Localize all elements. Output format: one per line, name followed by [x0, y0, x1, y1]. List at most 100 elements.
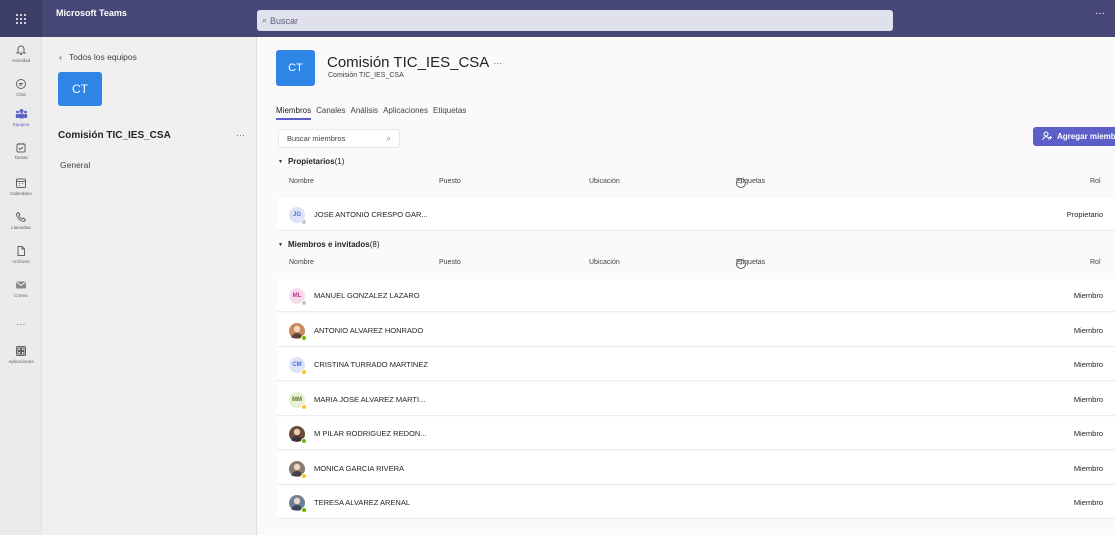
member-name[interactable]: MANUEL GONZALEZ LAZARO: [314, 291, 420, 300]
rail-item-teams[interactable]: Equipos: [0, 107, 42, 127]
team-title-more-icon[interactable]: ···: [493, 58, 502, 68]
table-row[interactable]: ANTONIO ALVAREZ HONRADO Miembro: [277, 313, 1115, 347]
members-section-header[interactable]: ▼ Miembros e invitados(8): [278, 240, 380, 249]
chevron-left-icon: ‹: [59, 52, 62, 62]
search-icon: ⌕: [385, 133, 391, 143]
rail-item-tasks[interactable]: Tareas: [0, 140, 42, 160]
avatar-photo: [289, 495, 307, 513]
avatar: ML: [289, 288, 307, 306]
rail-label: Chat: [16, 92, 26, 97]
member-name[interactable]: ANTONIO ALVAREZ HONRADO: [314, 326, 423, 335]
table-row[interactable]: JG JOSE ANTONIO CRESPO GAR... Propietario: [277, 198, 1115, 231]
avatar-photo: [289, 460, 307, 479]
rail-label: Equipos: [12, 122, 30, 127]
presence-status-icon: [301, 219, 307, 225]
app-rail: Actividad Chat Equipos Tareas Calendario…: [0, 37, 42, 535]
presence-status-icon: [301, 472, 307, 479]
page-title: Comisión TIC_IES_CSA ···: [327, 54, 502, 71]
owners-title: Propietarios: [287, 157, 335, 166]
presence-status-icon: [301, 403, 307, 410]
presence-status-icon: [301, 507, 307, 513]
file-icon: [14, 244, 28, 258]
member-role[interactable]: Miembro: [1074, 498, 1103, 507]
tasks-icon: [14, 140, 28, 154]
presence-status-icon: [301, 369, 307, 375]
add-member-button[interactable]: Agregar miembro: [1033, 127, 1115, 146]
owners-count: (1): [334, 157, 345, 166]
presence-status-icon: [301, 334, 307, 341]
tab-apps[interactable]: Aplicaciones: [383, 106, 428, 120]
rail-item-calendar[interactable]: Calendario: [0, 176, 42, 196]
tab-members[interactable]: Miembros: [276, 106, 312, 120]
avatar: CM: [289, 357, 307, 375]
calendar-icon: [14, 176, 28, 190]
rail-item-more[interactable]: ···: [0, 317, 42, 331]
add-person-icon: [1042, 131, 1053, 143]
back-to-all-teams-link[interactable]: ‹ Todos los equipos: [59, 52, 137, 62]
tab-analytics[interactable]: Análisis: [350, 106, 378, 120]
member-role[interactable]: Miembro: [1074, 395, 1103, 404]
member-name[interactable]: CRISTINA TURRADO MARTINEZ: [314, 360, 428, 369]
member-role[interactable]: Miembro: [1074, 429, 1103, 438]
rail-item-files[interactable]: Archivos: [0, 244, 42, 264]
mail-icon: [14, 278, 28, 292]
team-avatar-header: CT: [276, 50, 315, 86]
team-tabs: Miembros Canales Análisis Aplicaciones E…: [276, 106, 466, 120]
team-title-text: Comisión TIC_IES_CSA: [327, 54, 490, 71]
team-avatar: CT: [58, 72, 102, 106]
member-name[interactable]: TERESA ALVAREZ ARENAL: [314, 498, 410, 507]
info-icon[interactable]: i: [736, 259, 746, 269]
rail-item-chat[interactable]: Chat: [0, 77, 42, 97]
rail-item-apps[interactable]: Aplicaciones: [0, 344, 42, 364]
member-role[interactable]: Miembro: [1074, 360, 1103, 369]
col-rol[interactable]: Rol: [1090, 259, 1101, 266]
col-name[interactable]: Nombre: [289, 259, 314, 266]
member-name[interactable]: JOSE ANTONIO CRESPO GAR...: [314, 210, 428, 219]
col-ubicacion[interactable]: Ubicación: [589, 178, 620, 185]
member-name[interactable]: MARIA JOSE ALVAREZ MARTI...: [314, 395, 425, 404]
phone-icon: [14, 210, 28, 224]
members-column-headers: Nombre Puesto Ubicación Etiquetas i Rol: [258, 259, 1115, 273]
more-options-icon[interactable]: ···: [1095, 0, 1105, 27]
owners-section-header[interactable]: ▼ Propietarios(1): [278, 157, 344, 166]
global-search-input[interactable]: ⌕ Buscar: [257, 10, 893, 31]
main-content: CT Comisión TIC_IES_CSA ··· Comisión TIC…: [258, 37, 1115, 535]
table-row[interactable]: MM MARIA JOSE ALVAREZ MARTI... Miembro: [277, 382, 1115, 416]
back-link-label: Todos los equipos: [68, 52, 137, 62]
member-search-input[interactable]: Buscar miembros ⌕: [278, 129, 400, 148]
bell-icon: [14, 43, 28, 57]
channel-general[interactable]: General: [60, 160, 90, 170]
chevron-down-icon: ▼: [278, 241, 283, 248]
search-placeholder: Buscar: [270, 15, 299, 26]
member-name[interactable]: MONICA GARCIA RIVERA: [314, 464, 404, 473]
member-role[interactable]: Propietario: [1067, 210, 1103, 219]
rail-label: Llamadas: [11, 225, 31, 230]
rail-item-mail[interactable]: Correo: [0, 278, 42, 298]
app-title: Microsoft Teams: [56, 8, 127, 18]
rail-item-calls[interactable]: Llamadas: [0, 210, 42, 230]
col-ubicacion[interactable]: Ubicación: [589, 259, 620, 266]
presence-status-icon: [301, 438, 307, 444]
table-row[interactable]: MONICA GARCIA RIVERA Miembro: [277, 451, 1115, 485]
team-more-options-icon[interactable]: ···: [236, 130, 245, 140]
team-name[interactable]: Comisión TIC_IES_CSA: [58, 130, 171, 141]
rail-item-activity[interactable]: Actividad: [0, 43, 42, 63]
member-search-placeholder: Buscar miembros: [287, 134, 346, 143]
col-puesto[interactable]: Puesto: [439, 259, 461, 266]
member-role[interactable]: Miembro: [1074, 291, 1103, 300]
member-role[interactable]: Miembro: [1074, 464, 1103, 473]
member-name[interactable]: M PILAR RODRIGUEZ REDON...: [314, 429, 427, 438]
table-row[interactable]: ML MANUEL GONZALEZ LAZARO Miembro: [277, 279, 1115, 312]
table-row[interactable]: M PILAR RODRIGUEZ REDON... Miembro: [277, 417, 1115, 450]
tab-channels[interactable]: Canales: [316, 106, 345, 120]
app-launcher-icon[interactable]: [0, 0, 42, 37]
members-count: (8): [369, 240, 380, 249]
col-puesto[interactable]: Puesto: [439, 178, 461, 185]
tab-tags[interactable]: Etiquetas: [433, 106, 466, 120]
col-rol[interactable]: Rol: [1090, 178, 1101, 185]
info-icon[interactable]: i: [736, 178, 746, 188]
col-name[interactable]: Nombre: [289, 178, 314, 185]
member-role[interactable]: Miembro: [1074, 326, 1103, 335]
table-row[interactable]: CM CRISTINA TURRADO MARTINEZ Miembro: [277, 348, 1115, 381]
table-row[interactable]: TERESA ALVAREZ ARENAL Miembro: [277, 486, 1115, 519]
